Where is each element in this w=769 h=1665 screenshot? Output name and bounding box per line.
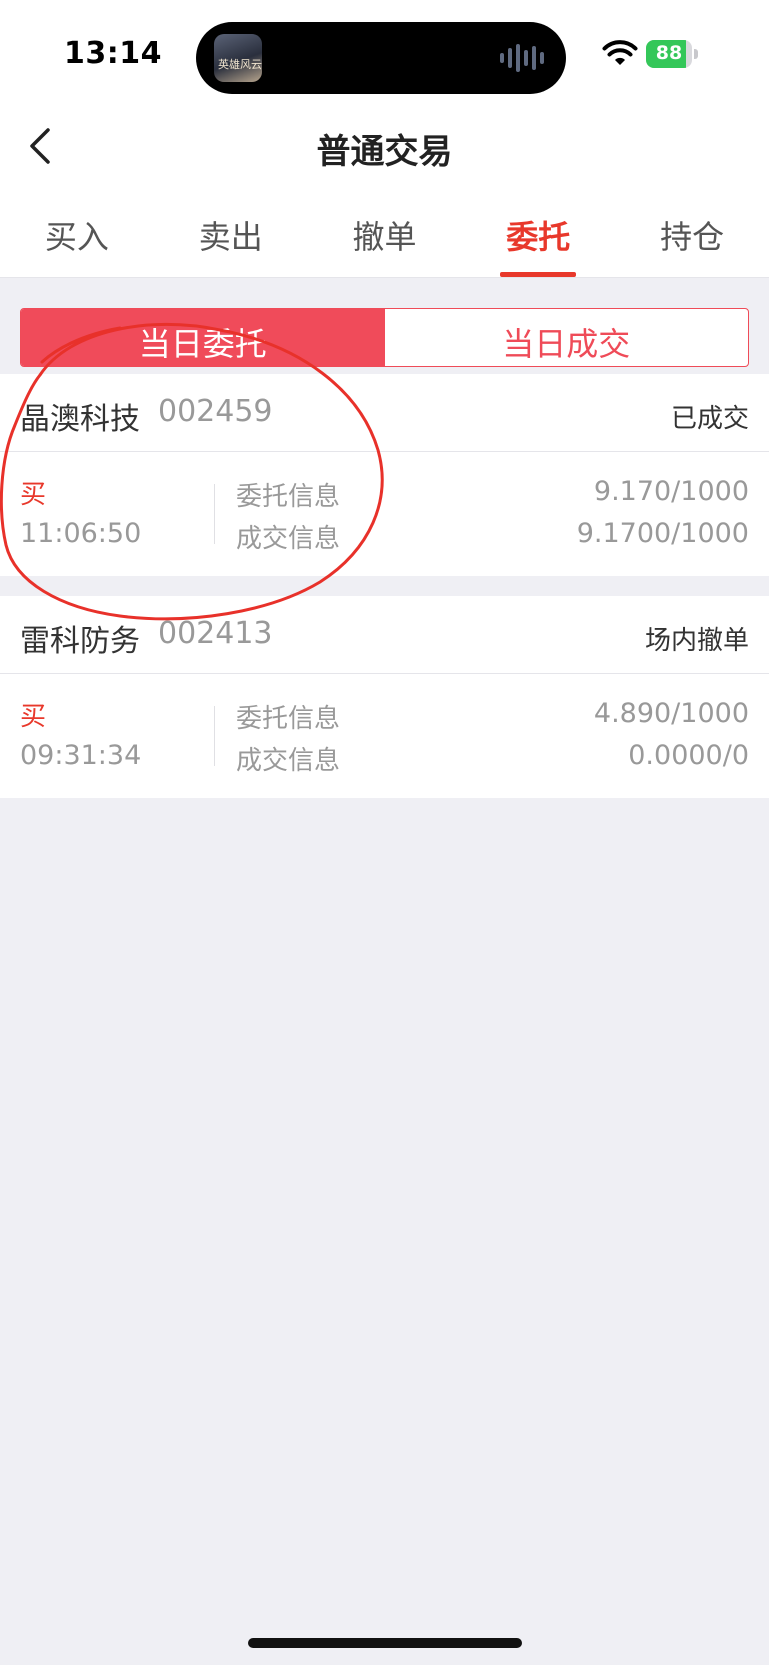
tab-orders[interactable]: 委托 xyxy=(461,190,615,277)
tab-active-indicator xyxy=(500,272,577,277)
deal-info-label: 成交信息 xyxy=(236,524,341,554)
tab-positions[interactable]: 持仓 xyxy=(615,190,769,277)
nav-bar: 普通交易 xyxy=(0,110,769,190)
entrust-info-value: 4.890/1000 xyxy=(593,698,749,729)
order-card[interactable]: 晶澳科技 002459 已成交 买 11:06:50 委托信息 9.170/10… xyxy=(0,374,769,576)
tab-label: 买入 xyxy=(44,218,109,256)
status-time: 13:14 xyxy=(64,36,162,71)
order-time: 11:06:50 xyxy=(20,518,142,549)
order-header: 晶澳科技 002459 已成交 xyxy=(0,374,769,452)
tab-label: 撤单 xyxy=(352,218,417,256)
day-segment-control: 当日委托 当日成交 xyxy=(20,308,749,367)
stock-name: 雷科防务 xyxy=(20,624,140,659)
tab-buy[interactable]: 买入 xyxy=(0,190,154,277)
battery-icon: 88 xyxy=(646,40,698,68)
app-thumbnail-icon[interactable]: 英雄风云 xyxy=(214,34,262,82)
deal-info-label: 成交信息 xyxy=(236,746,341,776)
tab-label: 持仓 xyxy=(660,218,725,256)
order-details: 买 09:31:34 委托信息 4.890/1000 成交信息 0.0000/0 xyxy=(0,674,769,798)
vertical-divider xyxy=(214,484,215,544)
page-title: 普通交易 xyxy=(316,132,453,172)
order-time: 09:31:34 xyxy=(20,740,142,771)
tab-label: 卖出 xyxy=(198,218,263,256)
tab-label: 委托 xyxy=(506,218,571,256)
screen: 13:14 英雄风云 88 普通交易 买入 卖出 撤单 委托 持仓 当日委托 当… xyxy=(0,0,769,1665)
vertical-divider xyxy=(214,706,215,766)
order-header: 雷科防务 002413 场内撤单 xyxy=(0,596,769,674)
order-details: 买 11:06:50 委托信息 9.170/1000 成交信息 9.1700/1… xyxy=(0,452,769,576)
tab-sell[interactable]: 卖出 xyxy=(154,190,308,277)
stock-name: 晶澳科技 xyxy=(20,402,140,437)
battery-body: 88 xyxy=(646,40,692,68)
trade-tabs: 买入 卖出 撤单 委托 持仓 xyxy=(0,190,769,278)
wifi-icon xyxy=(602,40,638,65)
app-thumbnail-logo: 英雄风云 xyxy=(218,58,262,71)
battery-level: 88 xyxy=(655,42,683,64)
order-side: 买 xyxy=(20,702,47,732)
order-card[interactable]: 雷科防务 002413 场内撤单 买 09:31:34 委托信息 4.890/1… xyxy=(0,596,769,798)
entrust-info-label: 委托信息 xyxy=(236,482,341,512)
entrust-info-label: 委托信息 xyxy=(236,704,341,734)
deal-info-value: 0.0000/0 xyxy=(628,740,749,771)
stock-code: 002459 xyxy=(158,394,273,429)
order-side: 买 xyxy=(20,480,47,510)
order-status: 已成交 xyxy=(670,404,749,434)
status-bar: 13:14 英雄风云 88 xyxy=(0,0,769,110)
deal-info-value: 9.1700/1000 xyxy=(576,518,749,549)
home-indicator[interactable] xyxy=(248,1638,522,1648)
segment-today-orders[interactable]: 当日委托 xyxy=(21,309,385,366)
order-status: 场内撤单 xyxy=(644,626,749,656)
segment-today-deals[interactable]: 当日成交 xyxy=(385,309,749,366)
tab-cancel[interactable]: 撤单 xyxy=(308,190,462,277)
audio-wave-icon xyxy=(500,44,544,72)
entrust-info-value: 9.170/1000 xyxy=(593,476,749,507)
dynamic-island[interactable]: 英雄风云 xyxy=(196,22,566,94)
battery-tip xyxy=(694,49,698,59)
stock-code: 002413 xyxy=(158,616,273,651)
